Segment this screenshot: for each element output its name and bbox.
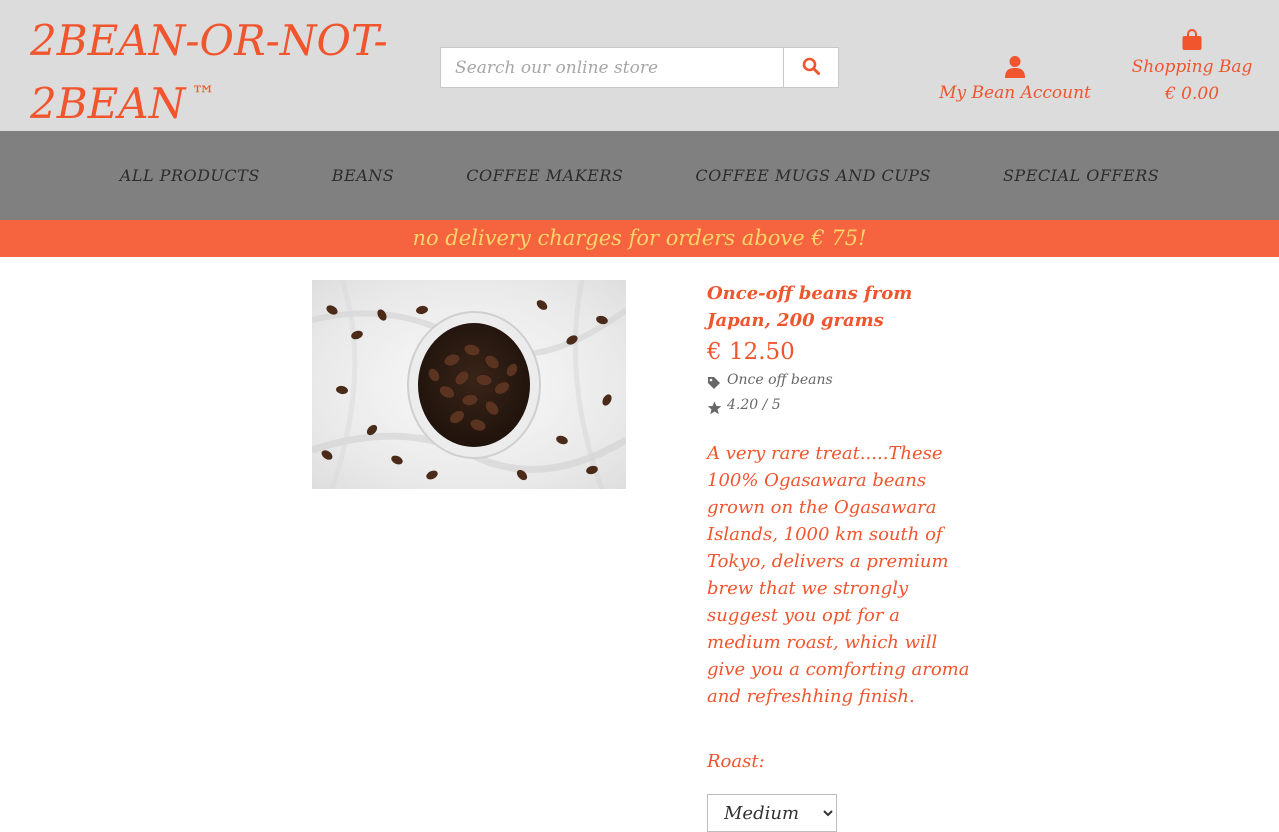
category-label: Once off beans: [727, 372, 833, 388]
site-header: 2BEAN-OR-NOT-2BEAN™ My Bean Account Shop…: [0, 0, 1279, 131]
product-rating: 4.20 / 5: [707, 393, 972, 418]
search-icon: [802, 57, 820, 78]
logo-trademark: ™: [191, 81, 216, 109]
product-category[interactable]: Once off beans: [707, 368, 972, 393]
nav-item-all-products[interactable]: ALL PRODUCTS: [120, 166, 260, 185]
account-link[interactable]: My Bean Account: [935, 55, 1095, 103]
search-button[interactable]: [783, 48, 838, 87]
rating-value: 4.20 / 5: [727, 397, 781, 413]
nav-item-beans[interactable]: BEANS: [332, 166, 394, 185]
bag-label: Shopping Bag: [1131, 57, 1253, 77]
promo-banner: no delivery charges for orders above € 7…: [0, 220, 1279, 257]
account-label: My Bean Account: [939, 83, 1091, 103]
main-nav: ALL PRODUCTS BEANS COFFEE MAKERS COFFEE …: [0, 131, 1279, 220]
product-description: A very rare treat.....These 100% Ogasawa…: [707, 443, 970, 707]
product-details: Once-off beans from Japan, 200 grams € 1…: [707, 280, 972, 832]
product-price: € 12.50: [707, 339, 795, 365]
site-logo[interactable]: 2BEAN-OR-NOT-2BEAN ™: [30, 14, 410, 131]
nav-item-coffee-mugs-and-cups[interactable]: COFFEE MUGS AND CUPS: [695, 166, 931, 185]
shopping-bag-link[interactable]: Shopping Bag € 0.00: [1128, 28, 1256, 108]
shopping-bag-icon: [1128, 28, 1256, 54]
tag-icon: [707, 374, 721, 389]
user-icon: [935, 55, 1095, 81]
bag-total: € 0.00: [1164, 84, 1220, 104]
logo-text: 2BEAN-OR-NOT-2BEAN: [30, 16, 388, 128]
search-form: [440, 47, 839, 88]
roast-label: Roast:: [707, 751, 765, 772]
star-icon: [707, 399, 722, 414]
roast-select[interactable]: Medium: [707, 794, 837, 832]
nav-item-coffee-makers[interactable]: COFFEE MAKERS: [466, 166, 623, 185]
product-image: [312, 280, 626, 489]
search-input[interactable]: [441, 48, 783, 87]
nav-item-special-offers[interactable]: SPECIAL OFFERS: [1003, 166, 1159, 185]
product-title: Once-off beans from Japan, 200 grams: [707, 283, 913, 331]
